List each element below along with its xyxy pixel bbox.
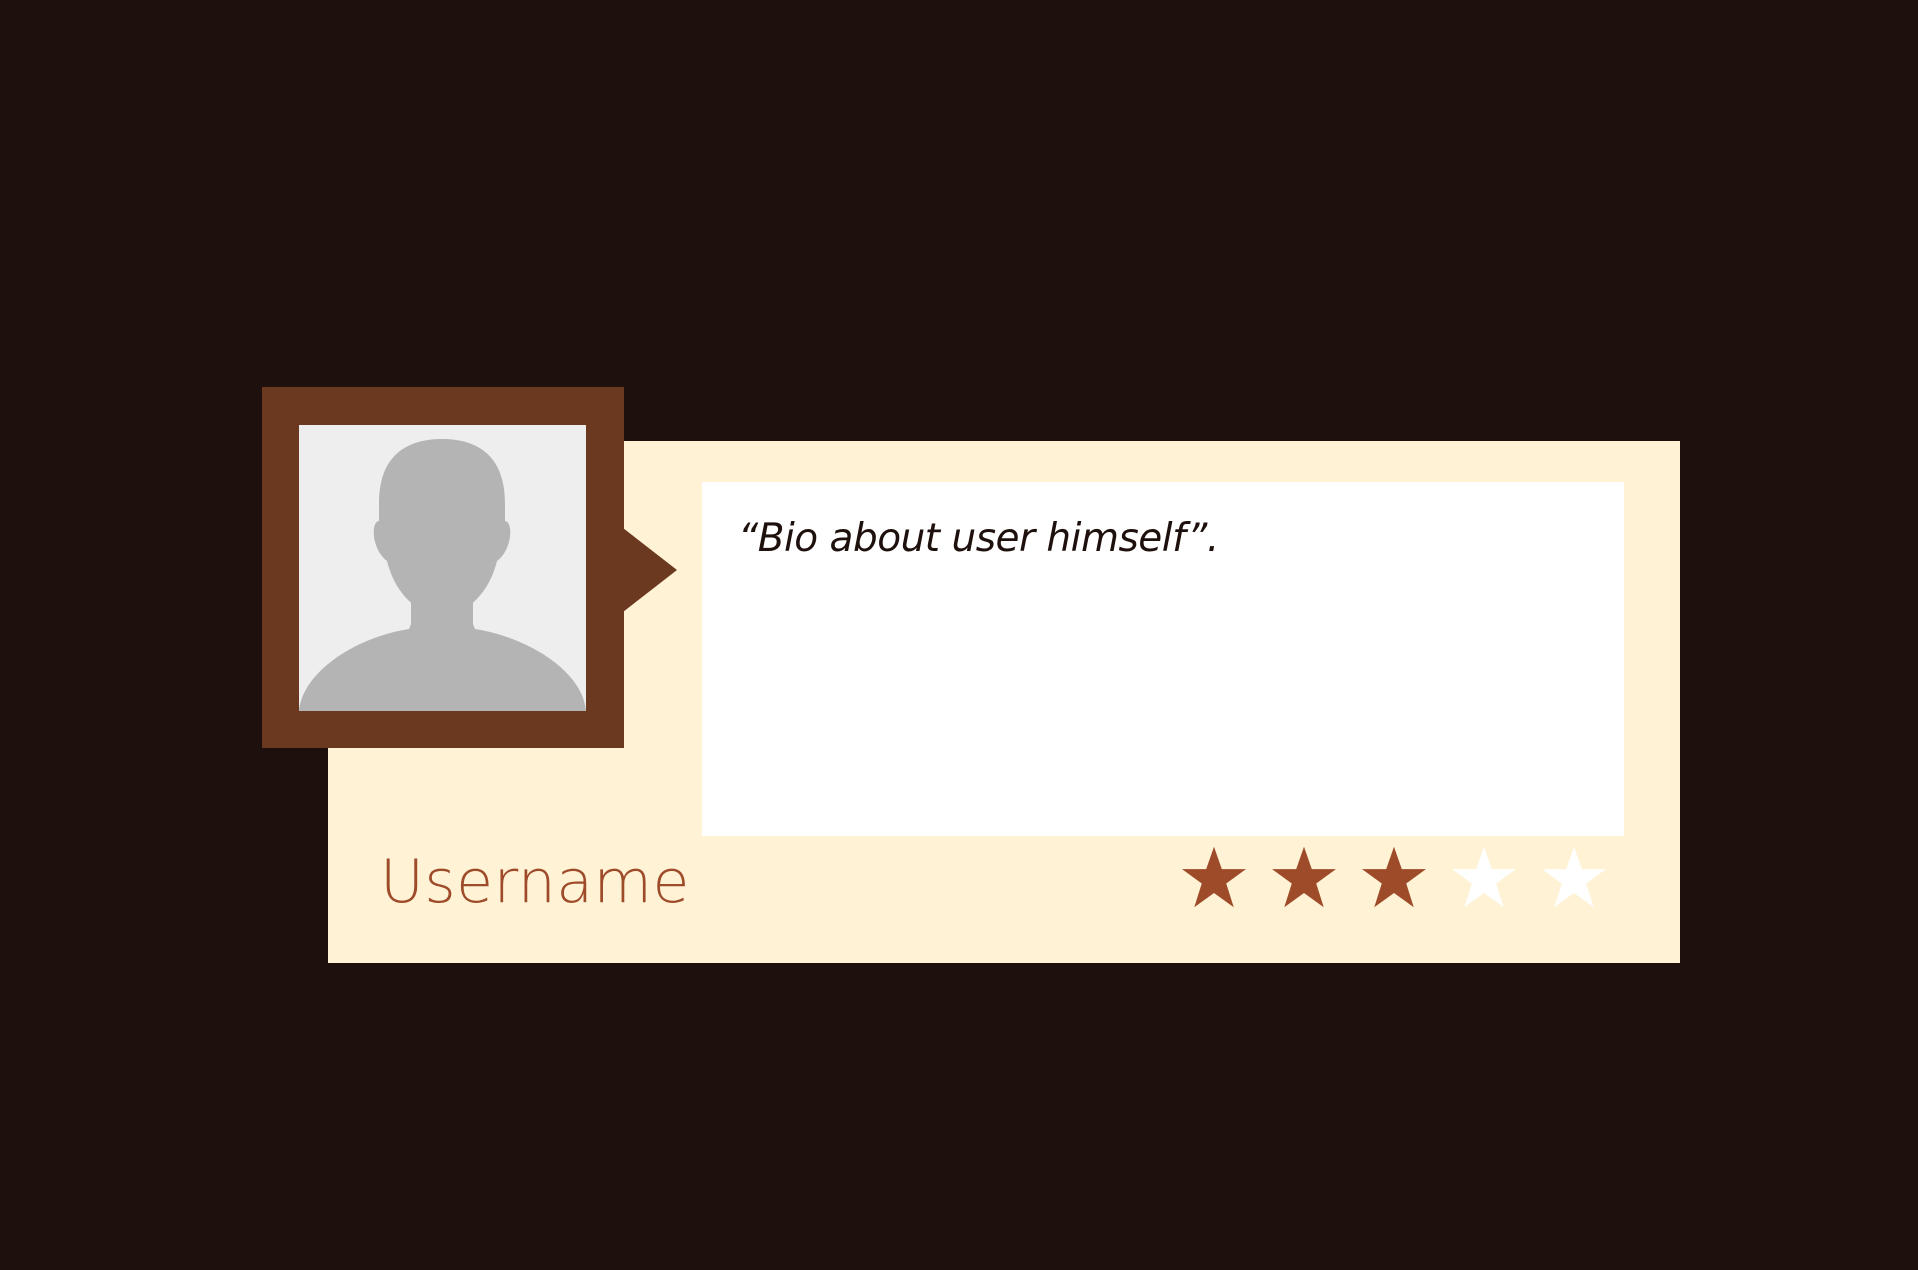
username[interactable]: Username [380, 852, 690, 912]
star-icon-empty[interactable] [1450, 844, 1518, 912]
speech-pointer [623, 528, 677, 612]
bio-text: “Bio about user himself”. [738, 516, 1219, 561]
star-icon-filled[interactable] [1180, 844, 1248, 912]
user-silhouette-icon [299, 425, 586, 711]
star-icon-empty[interactable] [1540, 844, 1608, 912]
avatar[interactable] [299, 425, 586, 711]
bio-box: “Bio about user himself”. [702, 482, 1624, 836]
star-icon-filled[interactable] [1360, 844, 1428, 912]
avatar-frame [262, 387, 624, 748]
star-icon-filled[interactable] [1270, 844, 1338, 912]
star-rating[interactable] [1180, 844, 1608, 912]
